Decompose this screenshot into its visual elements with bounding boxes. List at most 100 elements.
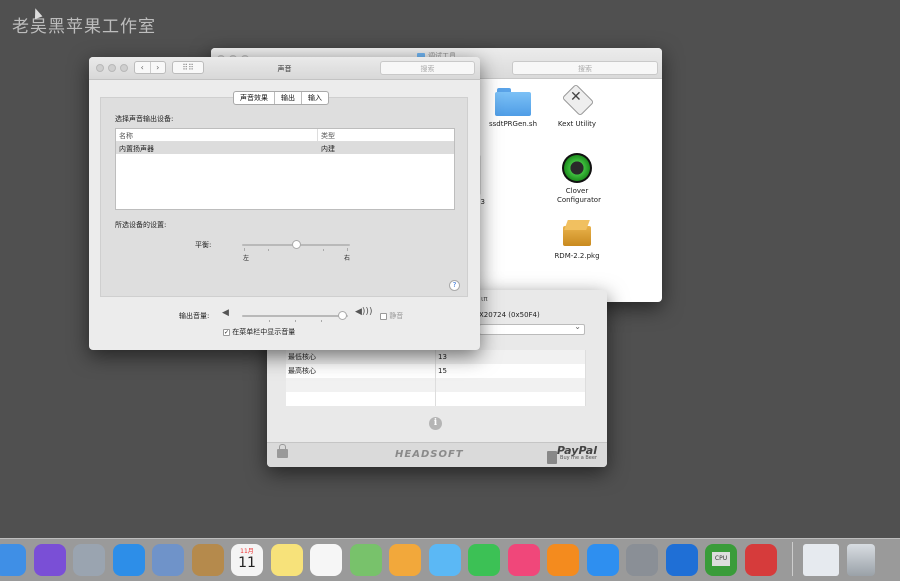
finder-icon[interactable] — [0, 544, 26, 576]
finder-item-label: Clover Configurator — [557, 187, 601, 204]
photos-icon[interactable] — [389, 544, 421, 576]
table-row — [286, 378, 586, 392]
calendar-icon[interactable]: 11月 11 — [231, 544, 263, 576]
contacts-icon[interactable] — [191, 544, 224, 576]
tick — [244, 248, 245, 251]
paypal-sub-label: Buy me a Beer — [560, 455, 597, 461]
tab-input[interactable]: 输入 — [302, 92, 328, 104]
output-panel: 选择声音输出设备: 名称 类型 内置扬声器 内建 所选设备的设置: 平衡: 左 … — [100, 97, 468, 297]
cpu-app-label: CPU — [712, 552, 730, 566]
table-row: 最高核心 15 — [286, 364, 586, 378]
maps-icon[interactable] — [349, 544, 382, 576]
table-row: 最低核心 13 — [286, 350, 586, 364]
table-row — [286, 392, 586, 406]
siri-icon[interactable] — [33, 544, 66, 576]
launchpad-icon[interactable] — [73, 544, 105, 576]
column-type[interactable]: 类型 — [321, 131, 335, 141]
tab-sound-effects[interactable]: 声音效果 — [234, 92, 275, 104]
cpu-dropdown[interactable] — [479, 322, 585, 335]
sound-toolbar: ‹ › ⠿⠿ 声音 搜索 — [89, 57, 480, 80]
volume-slider-knob[interactable] — [338, 311, 348, 320]
row-name — [286, 392, 436, 406]
device-list-header: 名称 类型 — [116, 129, 454, 142]
sound-search-input[interactable]: 搜索 — [380, 61, 475, 75]
cpu-app-icon[interactable]: CPU — [705, 544, 737, 576]
finder-item-label: Kext Utility — [557, 120, 597, 128]
mute-label: 静音 — [389, 312, 404, 320]
tab-output[interactable]: 输出 — [275, 92, 302, 104]
row-name — [286, 378, 436, 392]
row-value: 13 — [435, 350, 586, 364]
menubar-checkbox-box[interactable]: ✓ — [223, 328, 230, 336]
finder-item-kext-utility[interactable]: ✕ Kext Utility — [537, 83, 617, 129]
facetime-icon[interactable] — [468, 544, 500, 576]
finder-item-label: RDM-2.2.pkg — [554, 252, 600, 260]
sound-tabs: 声音效果 输出 输入 — [233, 91, 329, 105]
sound-preferences-window[interactable]: ‹ › ⠿⠿ 声音 搜索 声音效果 输出 输入 选择声音输出设备: 名称 类型 … — [89, 57, 480, 350]
balance-label: 平衡: — [195, 241, 212, 249]
partial-row-label: ιπ — [481, 295, 488, 303]
device-list[interactable]: 名称 类型 内置扬声器 内建 — [115, 128, 455, 210]
clover-icon — [562, 153, 592, 183]
notes-icon[interactable] — [270, 544, 303, 576]
lock-icon[interactable] — [277, 444, 288, 458]
calendar-day: 11 — [238, 555, 256, 571]
row-value — [435, 378, 586, 392]
help-button[interactable]: ? — [449, 280, 460, 291]
package-icon — [560, 218, 594, 248]
info-icon[interactable]: i — [429, 417, 442, 430]
device-type: 内建 — [321, 145, 335, 153]
paypal-donate-button[interactable]: PayPal Buy me a Beer — [557, 444, 597, 461]
column-name[interactable]: 名称 — [119, 131, 133, 141]
mute-checkbox[interactable]: 静音 — [380, 311, 403, 321]
row-value — [435, 392, 586, 406]
finder-search-input[interactable]: 搜索 — [512, 61, 658, 75]
finder-item-rdm-pkg[interactable]: RDM-2.2.pkg — [537, 218, 617, 261]
dock-separator — [792, 542, 793, 576]
tick — [323, 249, 324, 251]
select-device-label: 选择声音输出设备: — [115, 115, 174, 123]
balance-left-label: 左 — [243, 255, 250, 262]
menubar-label: 在菜单栏中显示音量 — [232, 328, 296, 336]
tick — [295, 320, 296, 322]
output-volume-label: 输出音量: — [179, 312, 210, 320]
list-item[interactable]: 内置扬声器 内建 — [116, 142, 454, 154]
cpu-table: 最低核心 13 最高核心 15 — [286, 350, 586, 406]
tick — [268, 249, 269, 251]
speaker-low-icon: ◀ — [222, 308, 229, 318]
finder-item-label: ssdtPRGen.sh — [488, 120, 538, 128]
mail-icon[interactable] — [152, 544, 184, 576]
app-store-icon[interactable] — [586, 544, 619, 576]
calendar-month: 11月 — [240, 548, 254, 555]
mute-checkbox-box[interactable] — [380, 312, 387, 320]
tick — [347, 248, 348, 251]
tick — [321, 320, 322, 322]
settings-label: 所选设备的设置: — [115, 221, 167, 229]
headsoft-logo[interactable]: HEADSOFT — [395, 449, 464, 460]
balance-right-label: 右 — [344, 255, 351, 262]
tick — [269, 320, 270, 322]
safari-icon[interactable] — [112, 544, 145, 576]
row-name: 最高核心 — [286, 364, 436, 378]
ipv6-tool-icon[interactable] — [744, 544, 777, 576]
system-preferences-icon[interactable] — [626, 544, 658, 576]
device-name: 内置扬声器 — [119, 145, 154, 153]
trash-icon[interactable] — [847, 544, 875, 576]
cpu-footer: HEADSOFT PayPal Buy me a Beer — [267, 442, 607, 467]
folder-icon — [495, 88, 531, 116]
balance-slider-knob[interactable] — [291, 240, 301, 249]
screenshot-thumbnail-icon[interactable] — [803, 544, 839, 576]
teamviewer-icon[interactable] — [665, 544, 698, 576]
books-icon[interactable] — [547, 544, 579, 576]
volume-slider-track[interactable] — [242, 315, 348, 317]
speaker-high-icon: ◀))) — [355, 307, 373, 317]
music-icon[interactable] — [507, 544, 540, 576]
cpu-id-value: X20724 (0x50F4) — [479, 311, 540, 319]
messages-icon[interactable] — [428, 544, 461, 576]
kext-utility-icon: ✕ — [561, 83, 595, 117]
beer-icon — [547, 451, 557, 464]
show-volume-in-menubar-checkbox[interactable]: ✓ 在菜单栏中显示音量 — [223, 327, 295, 337]
reminders-icon[interactable] — [310, 544, 342, 576]
row-name: 最低核心 — [286, 350, 436, 364]
finder-item-clover-configurator[interactable]: Clover Configurator — [537, 153, 617, 205]
